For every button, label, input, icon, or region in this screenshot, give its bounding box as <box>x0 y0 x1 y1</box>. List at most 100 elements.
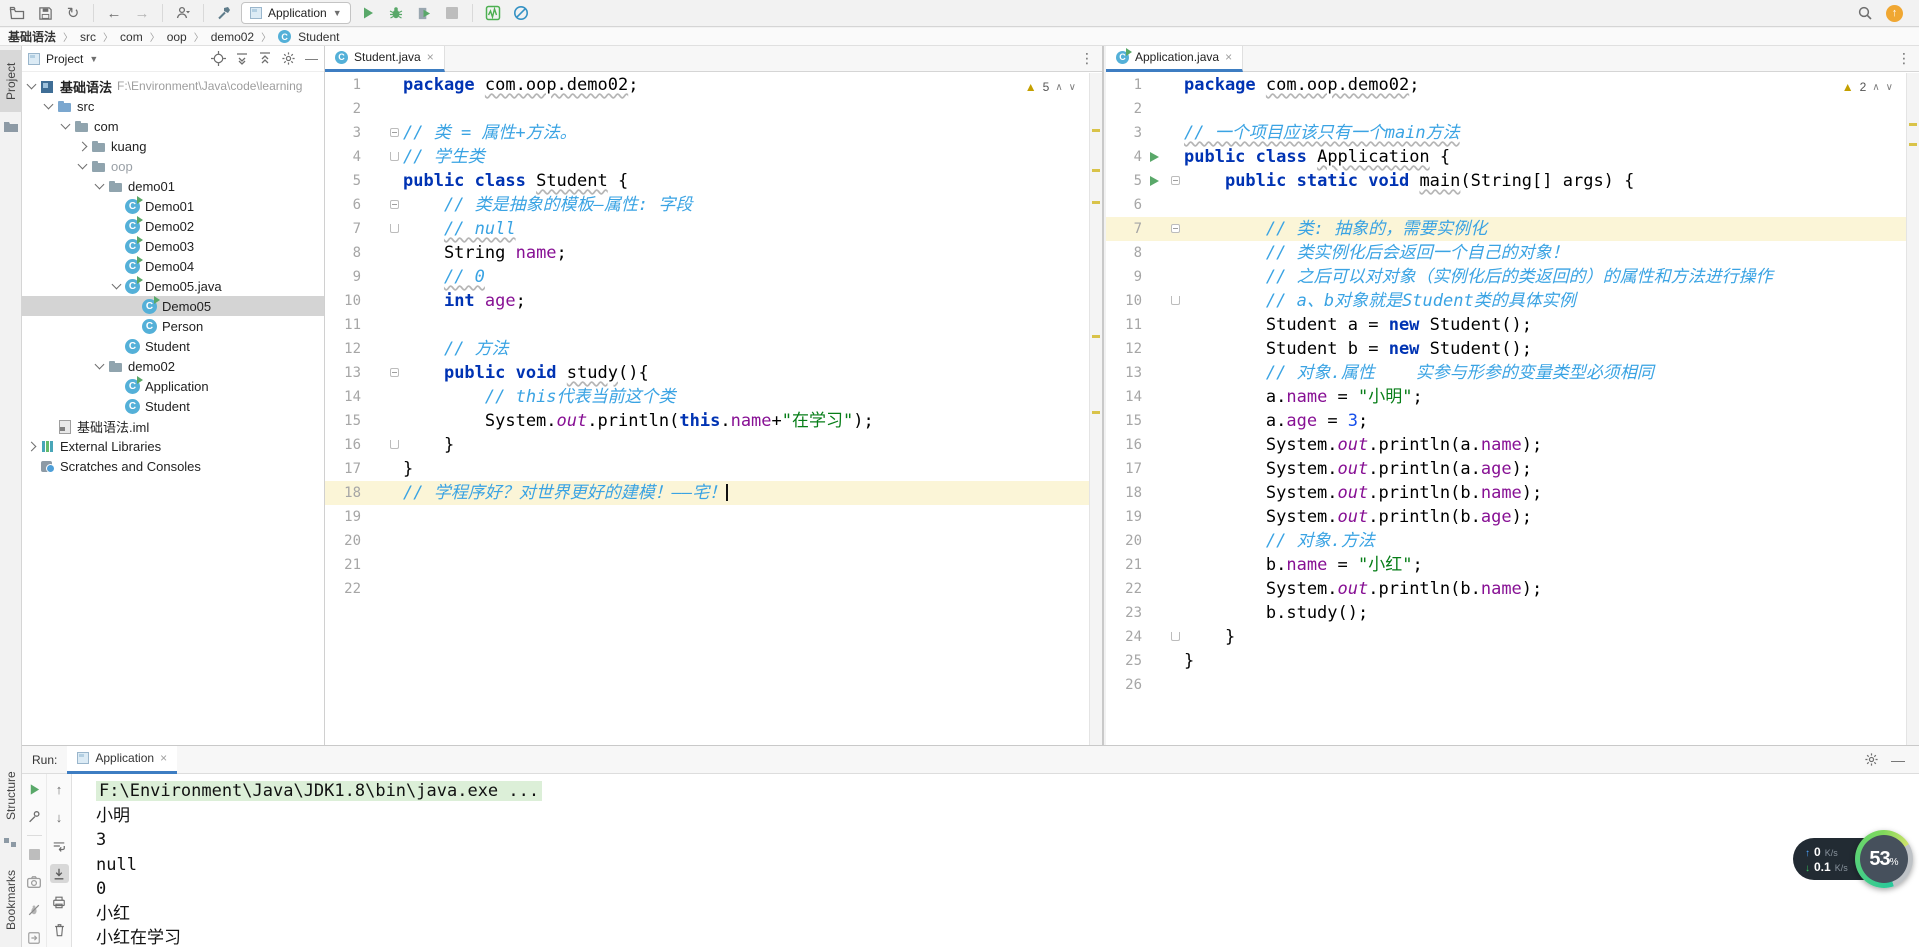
tree-item-external-libraries[interactable]: External Libraries <box>22 436 324 456</box>
code-line-10[interactable]: 10 // a、b对象就是Student类的具体实例 <box>1106 289 1919 313</box>
fold-marker[interactable] <box>390 128 399 137</box>
tree-item-student[interactable]: C Student <box>22 336 324 356</box>
chevron-down-icon[interactable]: ▼ <box>89 54 98 64</box>
build-hammer-icon[interactable] <box>213 2 235 24</box>
rerun-button[interactable] <box>25 780 44 799</box>
run-tab-application[interactable]: Application × <box>67 745 178 774</box>
breadcrumb-item[interactable]: oop <box>167 30 187 44</box>
soft-wrap-icon[interactable] <box>50 836 69 855</box>
restore-layout-icon[interactable] <box>25 928 44 947</box>
tree-chevron-closed[interactable] <box>26 441 37 451</box>
code-line-14[interactable]: 14 // this代表当前这个类 <box>325 385 1102 409</box>
fold-marker[interactable] <box>390 152 399 161</box>
code-line-16[interactable]: 16 System.out.println(a.name); <box>1106 433 1919 457</box>
tree-item-demo02[interactable]: C Demo02 <box>22 215 324 236</box>
save-all-icon[interactable] <box>34 2 56 24</box>
editor-options-kebab-icon[interactable]: ⋮ <box>1072 50 1102 67</box>
code-line-4[interactable]: 4 public class Application { <box>1106 145 1919 169</box>
code-line-17[interactable]: 17} <box>325 457 1102 481</box>
code-line-15[interactable]: 15 a.age = 3; <box>1106 409 1919 433</box>
tree-item-demo05[interactable]: C Demo05 <box>22 295 324 316</box>
code-line-25[interactable]: 25} <box>1106 649 1919 673</box>
debug-button[interactable] <box>385 2 407 24</box>
back-icon[interactable]: ← <box>103 2 125 24</box>
up-stack-trace-icon[interactable]: ↑ <box>50 780 69 799</box>
stop-button[interactable] <box>441 2 463 24</box>
fold-marker[interactable] <box>1171 176 1180 185</box>
tree-chevron-open[interactable] <box>77 159 88 170</box>
code-line-11[interactable]: 11 <box>325 313 1102 337</box>
tree-chevron-open[interactable] <box>94 179 105 190</box>
code-line-4[interactable]: 4 // 学生类 <box>325 145 1102 169</box>
code-line-12[interactable]: 12 // 方法 <box>325 337 1102 361</box>
forward-icon[interactable]: → <box>131 2 153 24</box>
run-console-output[interactable]: F:\Environment\Java\JDK1.8\bin\java.exe … <box>74 774 1919 947</box>
fold-marker[interactable] <box>390 224 399 233</box>
prev-warning-icon[interactable]: ∧ <box>1055 82 1062 93</box>
down-stack-trace-icon[interactable]: ↓ <box>50 808 69 827</box>
tree-item-demo05-java[interactable]: C Demo05.java <box>22 275 324 296</box>
tree-chevron-open[interactable] <box>26 79 37 90</box>
hide-panel-icon[interactable]: — <box>1891 752 1905 768</box>
tree-item-com[interactable]: com <box>22 116 324 136</box>
code-line-15[interactable]: 15 System.out.println(this.name+"在学习"); <box>325 409 1102 433</box>
update-available-icon[interactable]: ↑ <box>1886 4 1903 22</box>
fold-marker[interactable] <box>390 200 399 209</box>
tree-chevron-open[interactable] <box>94 359 105 370</box>
error-stripe[interactable] <box>1906 73 1919 745</box>
code-line-22[interactable]: 22 <box>325 577 1102 601</box>
stop-button[interactable] <box>25 845 44 864</box>
tool-window-tab-project[interactable]: Project <box>0 50 22 112</box>
prev-warning-icon[interactable]: ∧ <box>1872 82 1879 93</box>
print-icon[interactable] <box>50 892 69 911</box>
code-line-9[interactable]: 9 // 0 <box>325 265 1102 289</box>
scroll-to-end-icon[interactable] <box>49 864 69 883</box>
code-line-5[interactable]: 5 public class Student { <box>325 169 1102 193</box>
tree-item-src[interactable]: src <box>22 96 324 116</box>
mute-breakpoints-icon[interactable] <box>25 901 44 920</box>
tree-item-student[interactable]: C Student <box>22 396 324 416</box>
code-line-2[interactable]: 2 <box>325 97 1102 121</box>
locate-file-icon[interactable] <box>211 51 226 66</box>
tree-chevron-open[interactable] <box>60 119 71 130</box>
editor-tab-student-java[interactable]: C Student.java × <box>325 46 445 72</box>
code-line-18[interactable]: 18 // 学程序好？对世界更好的建模！——宅！ <box>325 481 1102 505</box>
next-warning-icon[interactable]: ∨ <box>1069 82 1076 93</box>
code-line-17[interactable]: 17 System.out.println(a.age); <box>1106 457 1919 481</box>
profiler-icon[interactable] <box>482 2 504 24</box>
tree-item-scratches-and-consoles[interactable]: Scratches and Consoles <box>22 456 324 476</box>
breadcrumb-item[interactable]: com <box>120 30 143 44</box>
fold-marker[interactable] <box>390 440 399 449</box>
system-monitor-overlay[interactable]: ↑ 0 K/s ↓ 0.1 K/s 53 % <box>1793 830 1915 892</box>
tree-item--[interactable]: 基础语法 F:\Environment\Java\code\learning <box>22 76 324 96</box>
folder-icon[interactable] <box>4 120 18 132</box>
code-line-5[interactable]: 5 public static void main(String[] args)… <box>1106 169 1919 193</box>
edit-configuration-icon[interactable] <box>25 808 44 827</box>
expand-all-icon[interactable] <box>235 52 249 66</box>
tree-item-demo01[interactable]: demo01 <box>22 176 324 196</box>
code-line-20[interactable]: 20 // 对象.方法 <box>1106 529 1919 553</box>
code-line-11[interactable]: 11 Student a = new Student(); <box>1106 313 1919 337</box>
breadcrumb-item[interactable]: 基础语法 <box>8 28 56 45</box>
tree-chevron-open[interactable] <box>111 279 122 290</box>
code-line-2[interactable]: 2 <box>1106 97 1919 121</box>
run-button[interactable] <box>357 2 379 24</box>
code-editor-application[interactable]: 1 package com.oop.demo02; 2 3// 一个项目应该只有一个m… <box>1106 73 1919 745</box>
open-folder-icon[interactable] <box>6 2 28 24</box>
hide-panel-icon[interactable]: — <box>305 51 318 66</box>
code-line-10[interactable]: 10 int age; <box>325 289 1102 313</box>
fold-marker[interactable] <box>1171 632 1180 641</box>
screenshot-icon[interactable] <box>25 873 44 892</box>
error-stripe[interactable] <box>1089 73 1102 745</box>
code-line-6[interactable]: 6 <box>1106 193 1919 217</box>
tree-item-application[interactable]: C Application <box>22 375 324 396</box>
settings-gear-icon[interactable] <box>281 51 296 66</box>
code-line-7[interactable]: 7 // null <box>325 217 1102 241</box>
collapse-all-icon[interactable] <box>258 51 272 66</box>
code-line-22[interactable]: 22 System.out.println(b.name); <box>1106 577 1919 601</box>
tree-chevron-closed[interactable] <box>77 141 88 151</box>
code-line-8[interactable]: 8 // 类实例化后会返回一个自己的对象！ <box>1106 241 1919 265</box>
next-warning-icon[interactable]: ∨ <box>1886 82 1893 93</box>
code-line-19[interactable]: 19 System.out.println(b.age); <box>1106 505 1919 529</box>
user-account-icon[interactable] <box>172 2 194 24</box>
